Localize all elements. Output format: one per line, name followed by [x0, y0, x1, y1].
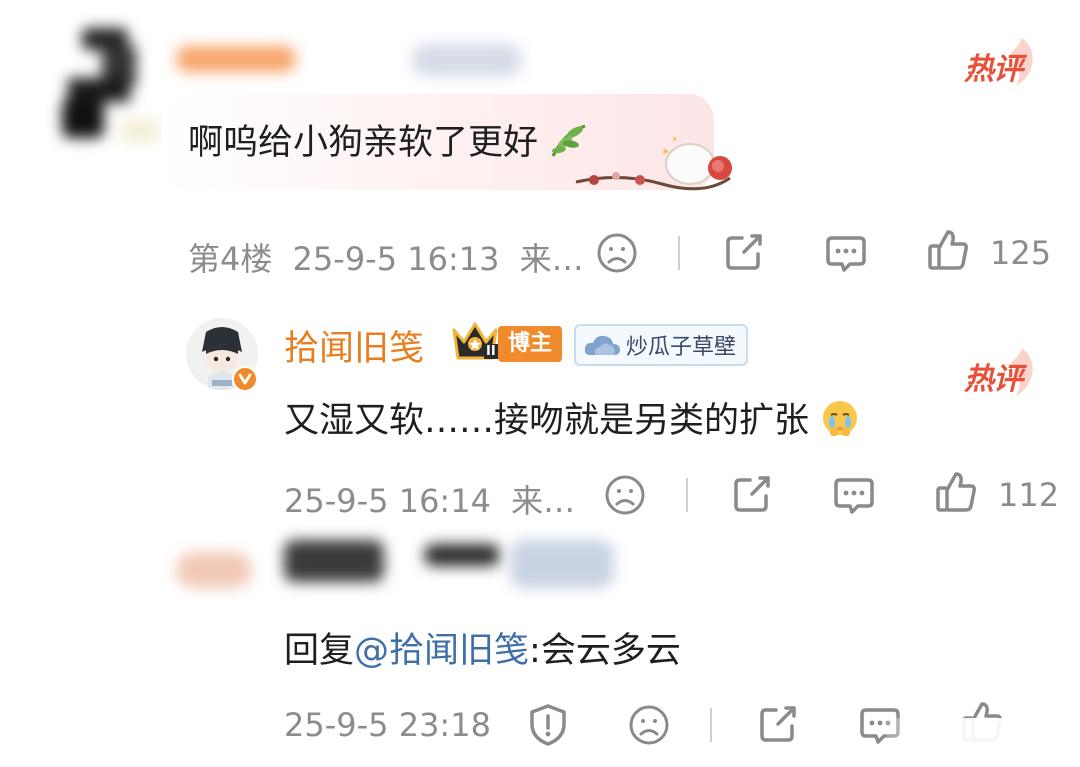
comment-text-content: 啊呜给小狗亲软了更好 — [188, 123, 539, 163]
avatar-blurred[interactable] — [62, 28, 160, 142]
hot-comment-label: 热评 — [964, 53, 1023, 86]
comment-time: 25-9-5 16:13 — [292, 240, 500, 278]
verified-icon — [232, 366, 258, 392]
divider — [678, 236, 680, 270]
comment-meta: 第4楼 25-9-5 16:13 来… — [188, 234, 584, 280]
dislike-icon[interactable] — [596, 232, 638, 278]
username[interactable]: 拾闻旧笺 — [284, 320, 424, 371]
report-icon[interactable] — [526, 702, 570, 752]
crown-level: II — [484, 344, 498, 359]
floor-number: 第4楼 — [188, 240, 273, 278]
username-blurred[interactable] — [176, 46, 296, 72]
fan-badge[interactable]: 炒瓜子草壁 — [574, 324, 749, 366]
reply-source: 来… — [511, 482, 576, 520]
share-icon[interactable] — [756, 702, 800, 750]
bubble-decoration — [570, 128, 740, 200]
reply-meta: 25-9-5 16:14 来… — [284, 476, 575, 522]
reply-meta: 25-9-5 23:18 — [284, 706, 491, 744]
divider — [710, 708, 712, 742]
cloud-icon — [584, 335, 620, 355]
username-blurred[interactable] — [424, 544, 500, 566]
like-count: 112 — [998, 476, 1060, 514]
watermark-overlay — [886, 718, 1072, 758]
blogger-badge-label: 博主 — [508, 331, 553, 356]
dislike-icon[interactable] — [604, 474, 646, 520]
leaf-emoji-icon — [549, 122, 589, 167]
hot-comment-badge: 热评 — [960, 340, 1040, 400]
crying-emoji-icon — [820, 398, 860, 447]
blogger-badge: 博主 — [498, 326, 563, 362]
share-icon[interactable] — [730, 472, 774, 520]
reply-text-content: :会云多云 — [529, 631, 681, 671]
comment-text: 啊呜给小狗亲软了更好 — [188, 114, 589, 167]
mention-link[interactable]: @拾闻旧笺 — [354, 631, 529, 671]
reply-time: 25-9-5 23:18 — [284, 706, 491, 744]
reply-time: 25-9-5 16:14 — [284, 482, 491, 520]
reply-text: 回复@拾闻旧笺:会云多云 — [284, 622, 681, 673]
reply-prefix: 回复 — [284, 631, 355, 671]
fan-badge-label: 炒瓜子草壁 — [626, 335, 737, 360]
reply-text: 又湿又软……接吻就是另类的扩张 — [284, 392, 860, 447]
like-count: 125 — [990, 234, 1052, 272]
divider — [686, 478, 688, 512]
comment-icon[interactable] — [824, 232, 868, 280]
like-icon[interactable] — [926, 228, 970, 276]
reply-text-content: 又湿又软……接吻就是另类的扩张 — [284, 401, 810, 441]
comment-source: 来… — [519, 240, 584, 278]
user-badge-blurred — [412, 44, 522, 76]
crown-badge: II — [450, 320, 500, 362]
like-icon[interactable] — [934, 470, 978, 518]
dislike-icon[interactable] — [628, 704, 670, 750]
hot-comment-label: 热评 — [964, 363, 1023, 396]
hot-comment-badge: 热评 — [960, 30, 1040, 90]
share-icon[interactable] — [722, 230, 766, 278]
comment-icon[interactable] — [832, 474, 876, 522]
user-badge-blurred — [510, 540, 614, 588]
username-blurred[interactable] — [284, 540, 384, 582]
avatar-blurred[interactable] — [176, 552, 252, 588]
